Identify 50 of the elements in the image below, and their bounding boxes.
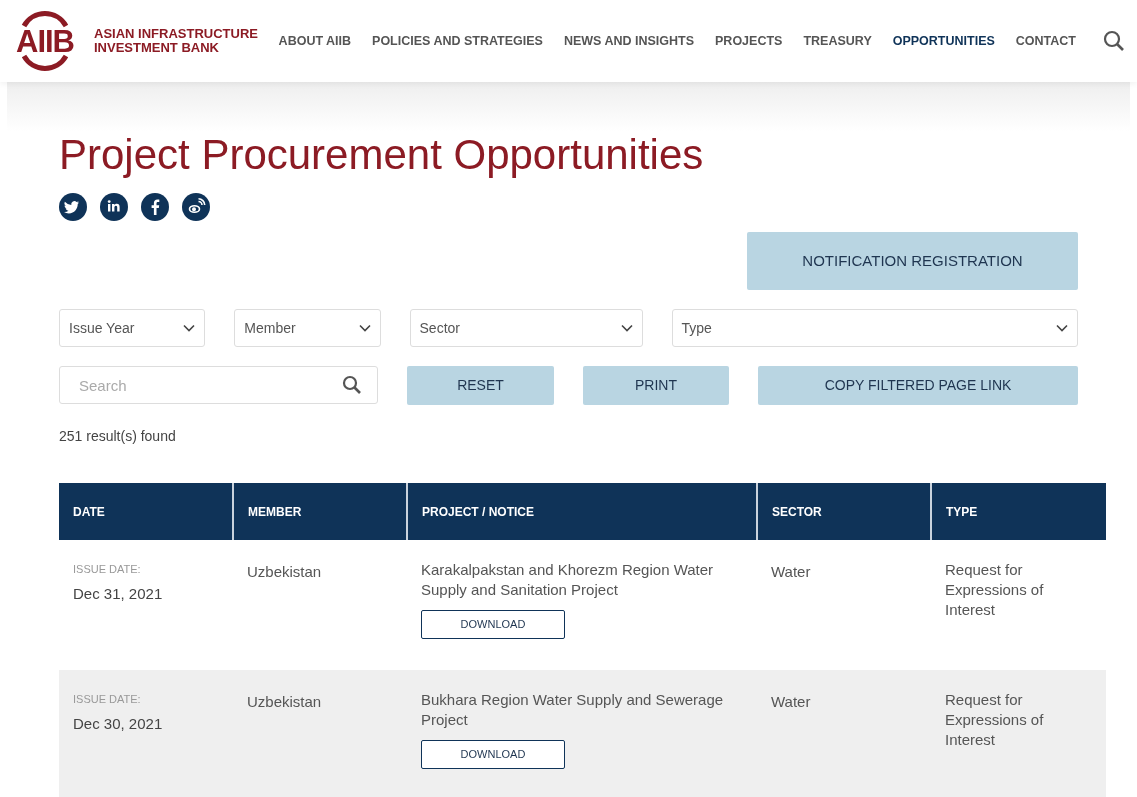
facebook-icon[interactable] [141, 193, 169, 221]
result-count: 251 result(s) found [59, 427, 177, 446]
search-icon[interactable] [342, 375, 363, 395]
member-cell: Uzbekistan [247, 563, 322, 580]
nav-link[interactable]: TREASURY [803, 31, 872, 51]
column-header: PROJECT / NOTICE [407, 483, 757, 540]
column-header: DATE [59, 483, 233, 540]
filter-action-button[interactable]: PRINT [583, 366, 729, 405]
type-cell-text: Request for Expressions of Interest [945, 560, 1045, 620]
filter-action-button[interactable]: RESET [407, 366, 554, 405]
chevron-down-icon [1056, 324, 1068, 332]
project-title: Karakalpakstan and Khorezm Region Water Supply and Sanitation Project [421, 560, 715, 600]
filter-dropdown[interactable]: Sector [409, 309, 643, 347]
twitter-icon[interactable] [59, 193, 87, 221]
date-cell-text: Dec 31, 2021 [73, 583, 164, 604]
filter-dropdown[interactable]: Issue Year [59, 309, 206, 347]
nav-link[interactable]: PROJECTS [715, 31, 783, 51]
column-header: SECTOR [757, 483, 931, 540]
member-cell: Uzbekistan [247, 693, 322, 710]
search-icon[interactable] [1103, 30, 1125, 52]
logo[interactable]: AIIB [12, 9, 78, 73]
notification-registration-button[interactable]: NOTIFICATION REGISTRATION [747, 232, 1078, 290]
project-title: Bukhara Region Water Supply and Sewerage Project [421, 690, 725, 730]
linkedin-icon[interactable] [100, 193, 128, 221]
page-title: Project Procurement Opportunities [59, 131, 705, 179]
type-cell-text: Request for Expressions of Interest [945, 690, 1045, 750]
weibo-icon[interactable] [182, 193, 210, 221]
chevron-down-icon [183, 324, 196, 332]
nav-link[interactable]: NEWS AND INSIGHTS [563, 31, 695, 51]
download-button[interactable]: DOWNLOAD [421, 740, 565, 769]
chevron-down-icon [620, 324, 633, 332]
filter-action-button[interactable]: COPY FILTERED PAGE LINK [758, 366, 1078, 405]
column-header: MEMBER [233, 483, 407, 540]
sector-cell: Water [771, 563, 811, 580]
logo-text: INVESTMENT BANK [94, 41, 220, 55]
download-button[interactable]: DOWNLOAD [421, 610, 565, 639]
nav-link[interactable]: POLICIES AND STRATEGIES [372, 31, 543, 51]
filter-dropdown[interactable]: Type [671, 309, 1078, 347]
search-field[interactable]: Search [59, 366, 379, 404]
nav-link[interactable]: OPPORTUNITIES [892, 31, 995, 51]
chevron-down-icon [358, 324, 371, 332]
logo-text: ASIAN INFRASTRUCTURE [94, 27, 258, 41]
filter-dropdown[interactable]: Member [234, 309, 381, 347]
nav-link[interactable]: CONTACT [1015, 31, 1076, 51]
nav-link[interactable]: ABOUT AIIB [278, 31, 352, 51]
date-cell-text: Dec 30, 2021 [73, 713, 164, 734]
column-header: TYPE [931, 483, 1106, 540]
date-label: ISSUE DATE: [73, 692, 142, 707]
sector-cell: Water [771, 693, 811, 710]
date-label: ISSUE DATE: [73, 562, 142, 577]
